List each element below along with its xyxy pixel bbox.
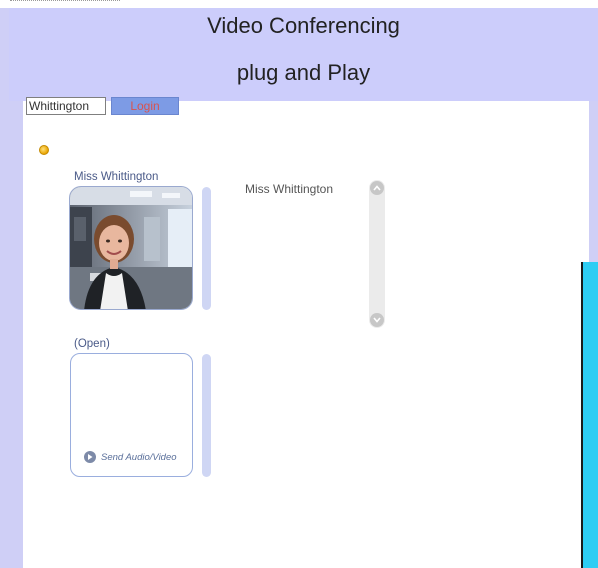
login-button[interactable]: Login — [111, 97, 179, 115]
chevron-down-icon[interactable] — [370, 313, 384, 327]
video-feed[interactable] — [69, 186, 193, 310]
username-input[interactable] — [26, 97, 106, 115]
top-strip — [0, 0, 598, 8]
page-subtitle: plug and Play — [236, 60, 371, 85]
status-dot-icon — [39, 145, 49, 155]
play-circle-icon — [84, 451, 96, 463]
chevron-up-icon[interactable] — [370, 181, 384, 195]
slot-2-name: (Open) — [74, 338, 110, 350]
top-scribble — [10, 0, 120, 5]
side-panel-edge — [581, 262, 598, 568]
left-rail — [0, 8, 9, 568]
app-header: Video Conferencing plug and Play — [9, 8, 598, 101]
slot-1-volume-slider[interactable] — [202, 187, 211, 310]
slot-1-name: Miss Whittington — [74, 171, 159, 183]
send-audio-video-button[interactable]: Send Audio/Video — [84, 451, 177, 463]
send-audio-video-label: Send Audio/Video — [101, 451, 177, 463]
page-title: Video Conferencing — [207, 13, 400, 38]
participant-list-item[interactable]: Miss Whittington — [245, 182, 333, 196]
slot-2-volume-slider[interactable] — [202, 354, 211, 477]
video-feed-image — [70, 187, 192, 309]
participant-list-scrollbar[interactable] — [369, 180, 385, 328]
